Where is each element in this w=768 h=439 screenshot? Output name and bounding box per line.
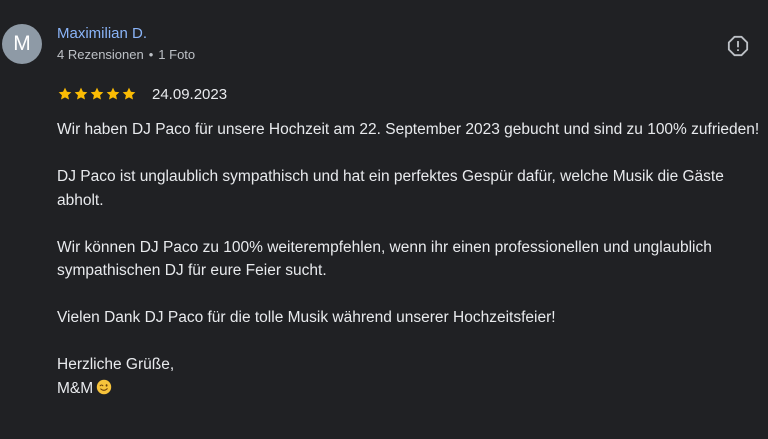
review-paragraph: Wir können DJ Paco zu 100% weiterempfehl…: [57, 238, 712, 280]
review-card: M Maximilian D. 4 Rezensionen • 1 Foto 24.…: [0, 0, 768, 439]
review-paragraph: DJ Paco ist unglaublich sympathisch und …: [57, 168, 724, 209]
star-icon: [122, 87, 136, 100]
author-name-link[interactable]: Maximilian D.: [57, 25, 147, 42]
review-date: 24.09.2023: [152, 85, 228, 103]
report-button[interactable]: [727, 35, 749, 57]
avatar-letter: M: [13, 32, 31, 55]
review-paragraph: Wir haben DJ Paco für unsere Hochzeit am…: [57, 121, 760, 138]
star-icon: [74, 87, 88, 100]
star-icon: [90, 87, 104, 100]
review-paragraph: Vielen Dank DJ Paco für die tolle Musik …: [57, 309, 556, 326]
winking-face-emoji: [96, 379, 112, 394]
star-icon: [106, 87, 120, 100]
photo-count: 1 Foto: [158, 47, 196, 62]
review-count: 4 Rezensionen: [57, 47, 144, 62]
star-icon: [58, 87, 72, 100]
closing-signature: M&M: [57, 379, 94, 397]
meta-separator: •: [148, 47, 154, 62]
rating-row: 24.09.2023: [57, 84, 227, 104]
review-closing: Herzliche Grüße, M&M: [57, 353, 768, 400]
review-text: Wir haben DJ Paco für unsere Hochzeit am…: [57, 118, 768, 400]
star-rating: [57, 86, 137, 102]
report-flag-icon: [727, 35, 749, 57]
closing-greeting: Herzliche Grüße,: [57, 356, 175, 373]
avatar[interactable]: M: [2, 24, 42, 64]
author-meta: 4 Rezensionen • 1 Foto: [57, 47, 195, 62]
